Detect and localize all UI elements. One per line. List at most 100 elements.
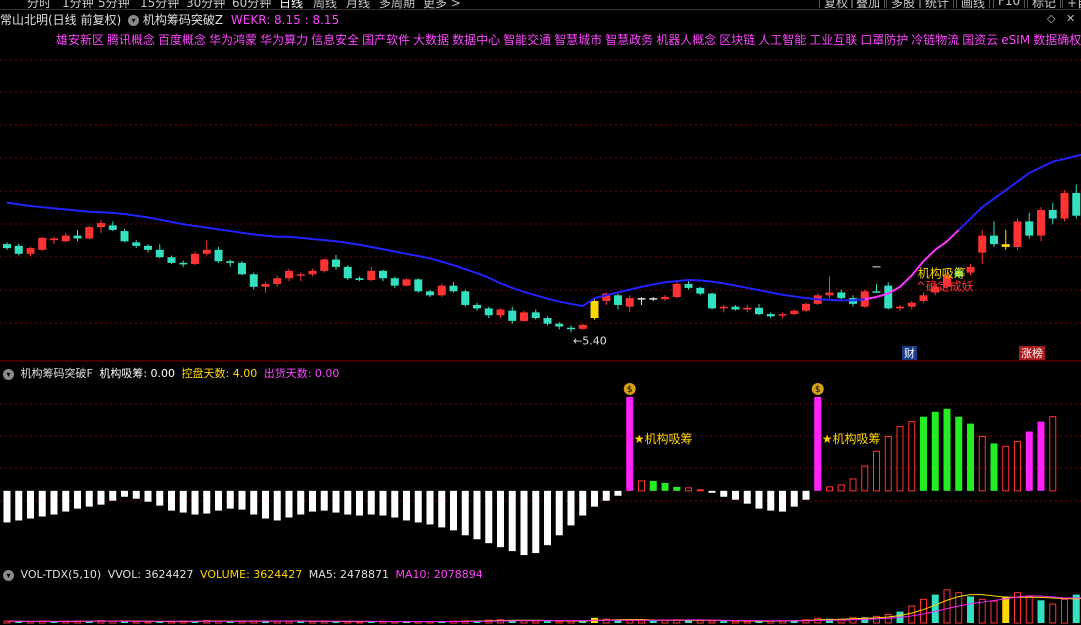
- volume-name[interactable]: VOL-TDX(5,10): [21, 568, 102, 581]
- candle-body-53[interactable]: [625, 298, 634, 307]
- indicator-dropdown-icon[interactable]: ▾: [3, 368, 14, 380]
- candle-body-34[interactable]: [402, 279, 411, 286]
- candle-body-54[interactable]: [637, 298, 646, 300]
- candle-body-65[interactable]: [766, 314, 775, 317]
- candle-body-12[interactable]: [144, 245, 152, 250]
- candle-body-1[interactable]: [14, 245, 23, 254]
- candle-body-8[interactable]: [97, 223, 105, 228]
- candle-body-50[interactable]: [590, 300, 599, 319]
- candle-body-3[interactable]: [38, 237, 47, 250]
- candle-body-43[interactable]: [508, 310, 517, 321]
- candle-body-87[interactable]: [1025, 221, 1034, 236]
- candle-body-14[interactable]: [167, 257, 176, 263]
- candle-body-59[interactable]: [696, 287, 705, 294]
- candle-body-30[interactable]: [355, 278, 364, 280]
- candle-body-58[interactable]: [684, 283, 693, 288]
- candle-body-4[interactable]: [50, 238, 58, 241]
- indicator-name[interactable]: 机构筹码突破F: [21, 367, 93, 380]
- candle-body-46[interactable]: [543, 318, 552, 324]
- candle-body-71[interactable]: [837, 292, 846, 299]
- candlestick-chart[interactable]: 9.95←5.40机构吸筹^确定成妖机构吸筹财涨榜: [0, 0, 1081, 362]
- candle-body-56[interactable]: [661, 297, 669, 300]
- cai-badge-text: 财: [904, 346, 915, 360]
- candle-body-55[interactable]: [649, 298, 658, 300]
- candle-body-11[interactable]: [132, 242, 141, 246]
- candle-body-16[interactable]: [191, 253, 199, 265]
- candle-body-37[interactable]: [437, 285, 446, 296]
- vol-bar-79: [931, 594, 939, 623]
- candle-body-25[interactable]: [296, 274, 305, 276]
- candle-body-27[interactable]: [320, 259, 329, 271]
- candle-body-13[interactable]: [155, 249, 164, 258]
- candle-body-89[interactable]: [1048, 210, 1057, 219]
- candle-body-0[interactable]: [3, 244, 11, 249]
- ind-bar-56: [661, 482, 669, 491]
- candle-body-84[interactable]: [990, 235, 998, 245]
- candle-body-88[interactable]: [1037, 210, 1045, 236]
- volume-dropdown-icon[interactable]: ▾: [3, 569, 14, 581]
- candle-body-38[interactable]: [449, 285, 458, 292]
- candle-body-85[interactable]: [1001, 244, 1010, 247]
- candle-body-74[interactable]: [872, 291, 881, 293]
- candle-body-32[interactable]: [379, 270, 387, 279]
- ind-bar-53: [626, 396, 634, 491]
- candle-body-40[interactable]: [473, 304, 481, 309]
- ind-bar-24: [285, 490, 293, 518]
- candle-body-31[interactable]: [367, 270, 376, 280]
- candle-body-45[interactable]: [531, 312, 540, 319]
- candle-body-49[interactable]: [578, 324, 587, 329]
- indicator-chart[interactable]: $ ★机构吸筹 $ ★机构吸筹: [0, 362, 1081, 562]
- candle-body-9[interactable]: [108, 225, 117, 230]
- candle-body-41[interactable]: [484, 308, 493, 316]
- candle-body-86[interactable]: [1013, 221, 1022, 247]
- candle-body-6[interactable]: [73, 235, 82, 239]
- candle-body-28[interactable]: [332, 259, 340, 267]
- candle-body-78[interactable]: [919, 295, 928, 301]
- ind-bar-63: [743, 490, 751, 504]
- candle-body-2[interactable]: [26, 248, 35, 254]
- ind-bar-70: [826, 486, 833, 492]
- candle-body-63[interactable]: [743, 307, 752, 310]
- candle-body-48[interactable]: [567, 327, 575, 330]
- candle-body-26[interactable]: [308, 270, 317, 275]
- candle-body-20[interactable]: [238, 262, 246, 275]
- candle-body-39[interactable]: [461, 291, 470, 305]
- candle-body-75[interactable]: [884, 285, 893, 309]
- candle-body-57[interactable]: [672, 283, 681, 298]
- candle-body-5[interactable]: [61, 235, 70, 242]
- candle-body-82[interactable]: [966, 266, 975, 273]
- candle-body-23[interactable]: [273, 278, 282, 284]
- candle-body-36[interactable]: [426, 291, 434, 296]
- candle-body-24[interactable]: [285, 270, 293, 279]
- candle-body-60[interactable]: [708, 293, 716, 309]
- candle-body-52[interactable]: [614, 295, 622, 305]
- candle-body-44[interactable]: [520, 312, 528, 321]
- candle-body-90[interactable]: [1060, 192, 1069, 219]
- candle-body-17[interactable]: [202, 249, 211, 254]
- candle-body-68[interactable]: [802, 303, 810, 311]
- candle-body-76[interactable]: [896, 306, 904, 309]
- candle-body-47[interactable]: [555, 323, 564, 327]
- ind-bar-88: [1037, 421, 1045, 491]
- candle-body-18[interactable]: [214, 249, 223, 262]
- candle-body-29[interactable]: [343, 266, 352, 279]
- candle-body-66[interactable]: [778, 314, 787, 316]
- candle-body-83[interactable]: [978, 235, 987, 253]
- candle-body-35[interactable]: [414, 279, 423, 292]
- candle-body-21[interactable]: [249, 274, 258, 287]
- candle-body-22[interactable]: [261, 283, 270, 287]
- candle-body-42[interactable]: [496, 309, 505, 316]
- candle-body-61[interactable]: [719, 306, 728, 309]
- candle-body-91[interactable]: [1072, 192, 1081, 216]
- candle-body-64[interactable]: [755, 307, 763, 315]
- candle-body-70[interactable]: [825, 292, 834, 296]
- candle-body-33[interactable]: [390, 278, 399, 286]
- candle-body-7[interactable]: [85, 227, 94, 239]
- candle-body-67[interactable]: [790, 310, 799, 315]
- candle-body-10[interactable]: [120, 231, 129, 242]
- candle-body-19[interactable]: [226, 261, 235, 263]
- ind-bar-48: [567, 490, 575, 526]
- candle-body-62[interactable]: [731, 306, 740, 310]
- candle-body-15[interactable]: [179, 262, 188, 265]
- candle-body-77[interactable]: [907, 302, 916, 307]
